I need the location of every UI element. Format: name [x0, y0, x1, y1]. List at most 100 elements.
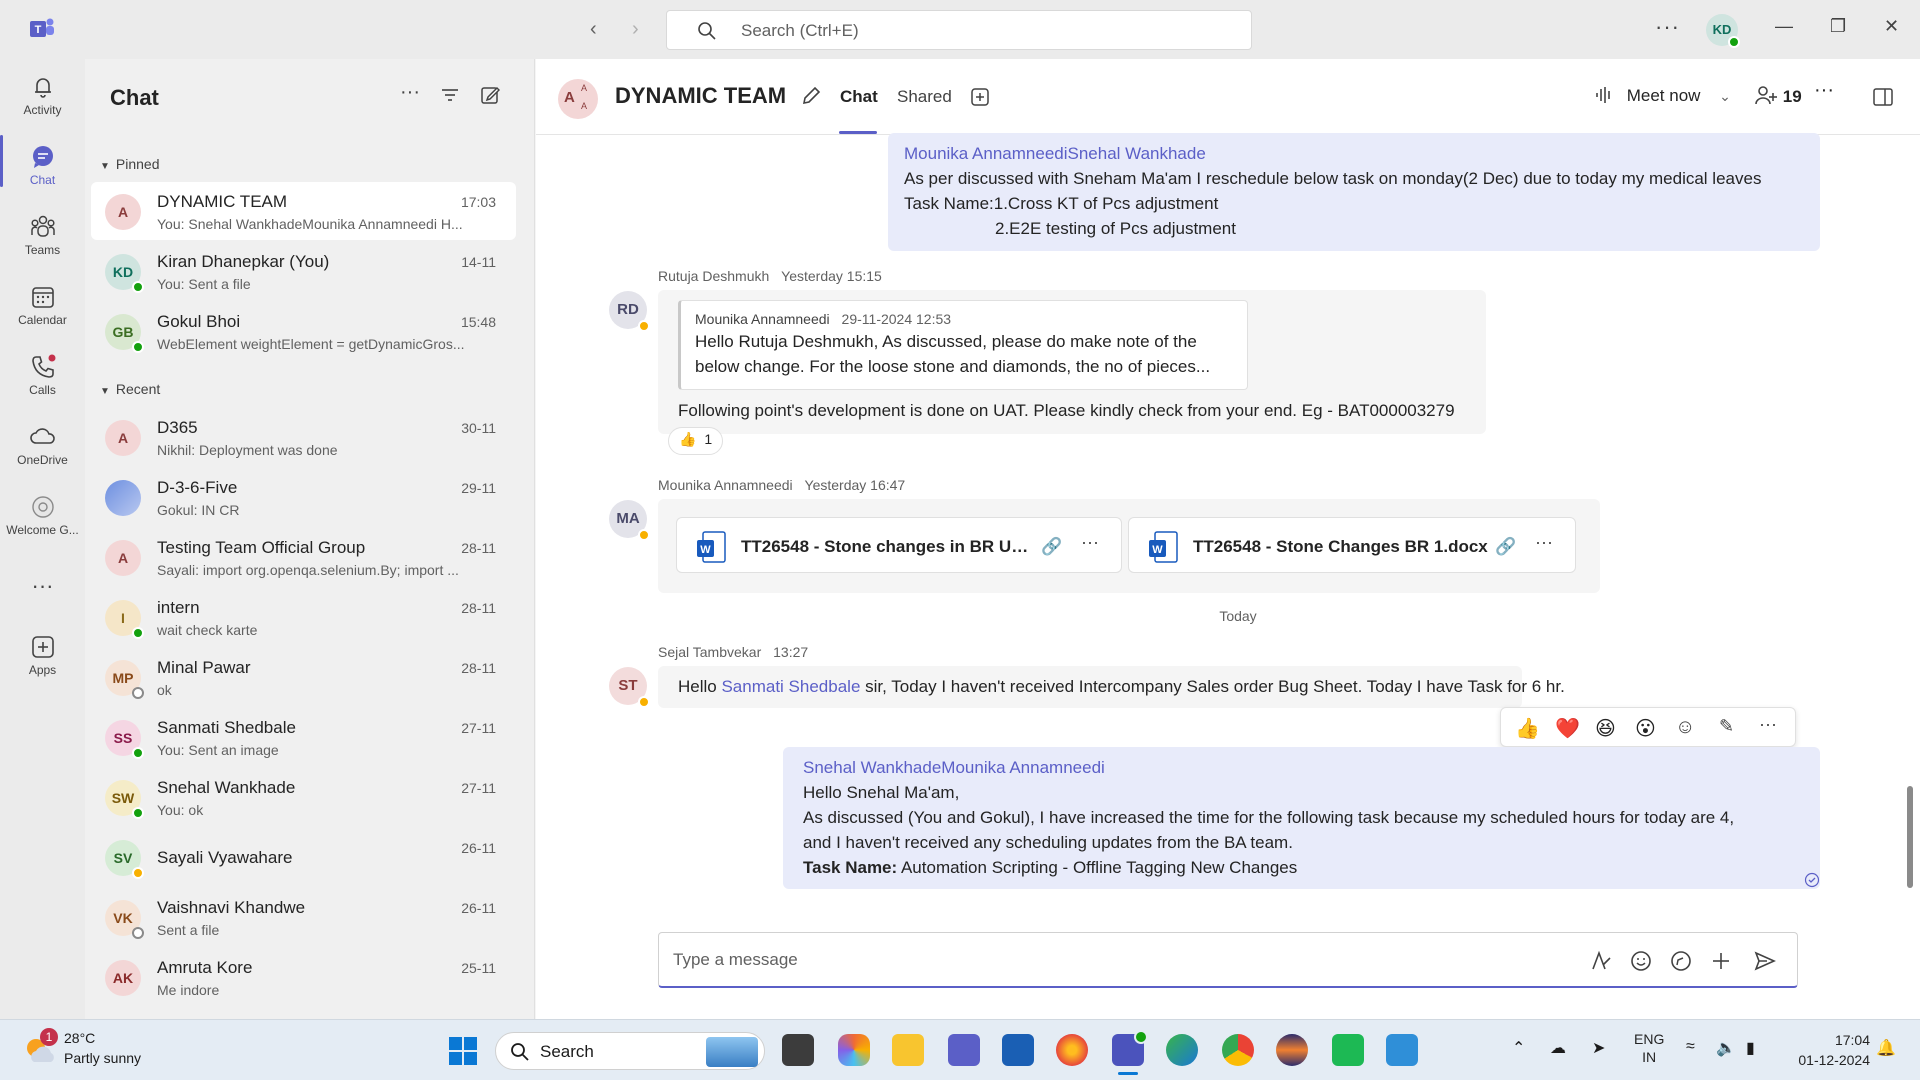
file-attachment[interactable]: W TT26548 - Stone Changes BR 1.docx 🔗 ··… [1128, 517, 1576, 573]
firefox-icon[interactable] [1056, 1034, 1088, 1066]
teams-active-icon[interactable] [1112, 1030, 1148, 1066]
wifi-icon[interactable]: ≈ [1686, 1038, 1695, 1056]
chat-item-snehal[interactable]: SW Snehal Wankhade You: ok 27-11 [91, 768, 516, 826]
link-icon[interactable]: 🔗 [1041, 534, 1062, 559]
avatar[interactable]: ST [609, 667, 650, 708]
rail-item-teams[interactable]: Teams [0, 207, 85, 271]
chrome-icon[interactable] [1222, 1034, 1254, 1066]
pinned-section-header[interactable]: ▼ Pinned [100, 156, 160, 172]
chat-item-kiran[interactable]: KD Kiran Dhanepkar (You) You: Sent a fil… [91, 242, 516, 300]
rail-item-calls[interactable]: Calls [0, 347, 85, 411]
my-message-bubble[interactable]: Mounika AnnamneediSnehal Wankhade As per… [888, 133, 1820, 251]
chat-item-amruta[interactable]: AK Amruta Kore Me indore 25-11 [91, 948, 516, 1006]
my-message-bubble[interactable]: Snehal WankhadeMounika Annamneedi Hello … [783, 747, 1820, 889]
close-icon[interactable]: ✕ [1884, 16, 1899, 37]
tab-chat[interactable]: Chat [840, 87, 878, 107]
mention-name[interactable]: Sanmati Shedbale [721, 677, 860, 696]
more-options-icon[interactable]: ··· [1081, 530, 1099, 555]
chat-item-d-3-6-five[interactable]: D-3-6-Five Gokul: IN CR 29-11 [91, 468, 516, 526]
tray-chevron-up-icon[interactable]: ⌃ [1512, 1038, 1525, 1058]
rail-item-apps[interactable]: Apps [0, 627, 85, 691]
rail-more-apps[interactable]: ··· [0, 567, 85, 607]
send-icon[interactable] [1753, 949, 1777, 973]
weather-widget[interactable]: 1 [22, 1028, 58, 1071]
minimize-icon[interactable]: — [1775, 16, 1793, 37]
new-chat-icon[interactable] [480, 85, 500, 105]
chat-item-vaishnavi[interactable]: VK Vaishnavi Khandwe Sent a file 26-11 [91, 888, 516, 946]
global-search-box[interactable]: Search (Ctrl+E) [666, 10, 1252, 50]
user-avatar[interactable]: KD [1706, 14, 1740, 48]
rail-item-onedrive[interactable]: OneDrive [0, 417, 85, 481]
windows-start-icon[interactable] [448, 1036, 478, 1066]
mention-names[interactable]: Mounika AnnamneediSnehal Wankhade [904, 141, 1804, 166]
quoted-message[interactable]: Mounika Annamneedi 29-11-2024 12:53 Hell… [678, 300, 1248, 390]
chat-item-intern[interactable]: I intern wait check karte 28-11 [91, 588, 516, 646]
teams-app-icon[interactable] [948, 1034, 980, 1066]
chat-item-d365[interactable]: A D365 Nikhil: Deployment was done 30-11 [91, 408, 516, 466]
meet-now-button[interactable]: Meet now ⌄ [1594, 85, 1731, 106]
file-explorer-icon[interactable] [892, 1034, 924, 1066]
participants-button[interactable]: 19 [1754, 85, 1802, 107]
eclipse-icon[interactable] [1276, 1034, 1308, 1066]
copilot-icon[interactable] [838, 1034, 870, 1066]
group-avatar[interactable]: A A A [558, 79, 598, 119]
chat-item-gokul[interactable]: GB Gokul Bhoi WebElement weightElement =… [91, 302, 516, 360]
taskbar-search[interactable]: Search [495, 1032, 765, 1070]
back-arrow-icon[interactable]: ‹ [590, 18, 597, 41]
edit-name-icon[interactable] [800, 85, 822, 107]
reaction-like[interactable]: 👍 1 [668, 427, 724, 455]
filter-icon[interactable] [440, 85, 460, 105]
battery-icon[interactable]: ▮ [1746, 1038, 1755, 1058]
chat-item-minal[interactable]: MP Minal Pawar ok 28-11 [91, 648, 516, 706]
location-icon[interactable]: ➤ [1592, 1038, 1605, 1058]
forward-arrow-icon[interactable]: › [632, 18, 639, 41]
rail-item-welcome[interactable]: Welcome G... [0, 487, 85, 551]
spreadsheet-app-icon[interactable] [1332, 1034, 1364, 1066]
more-options-icon[interactable]: ··· [1759, 714, 1777, 735]
link-icon[interactable]: 🔗 [1495, 534, 1516, 559]
add-reaction-icon[interactable]: ☺ [1675, 716, 1695, 739]
rail-item-activity[interactable]: Activity [0, 67, 85, 131]
thumbs-up-icon[interactable]: 👍 [1515, 716, 1540, 741]
more-options-icon[interactable]: ··· [400, 81, 420, 104]
settings-more-icon[interactable]: ··· [1655, 14, 1680, 40]
side-panel-icon[interactable] [1872, 87, 1894, 107]
message-bubble[interactable]: Hello Sanmati Shedbale sir, Today I have… [658, 666, 1565, 708]
store-icon[interactable] [1002, 1034, 1034, 1066]
chat-item-dynamic-team[interactable]: A DYNAMIC TEAM You: Snehal WankhadeMouni… [91, 182, 516, 240]
emoji-icon[interactable] [1629, 949, 1653, 973]
chat-item-sayali[interactable]: SV Sayali Vyawahare 26-11 [91, 828, 516, 886]
avatar[interactable]: RD [609, 291, 650, 332]
add-tab-icon[interactable] [970, 87, 990, 107]
notepad-icon[interactable] [1386, 1034, 1418, 1066]
more-options-icon[interactable]: ··· [1535, 530, 1553, 555]
file-attachment[interactable]: W TT26548 - Stone changes in BR Us... 🔗 … [676, 517, 1122, 573]
more-options-icon[interactable]: ··· [1814, 79, 1834, 102]
mention-names[interactable]: Snehal WankhadeMounika Annamneedi [803, 755, 1800, 780]
language-indicator[interactable]: ENG IN [1634, 1030, 1664, 1066]
chat-item-testing-team[interactable]: A Testing Team Official Group Sayali: im… [91, 528, 516, 586]
loop-icon[interactable] [1669, 949, 1693, 973]
onedrive-sync-icon[interactable]: ☁ [1550, 1038, 1566, 1058]
rail-item-calendar[interactable]: Calendar [0, 277, 85, 341]
edge-icon[interactable] [1166, 1034, 1198, 1066]
recent-section-header[interactable]: ▼ Recent [100, 381, 160, 397]
rail-item-chat[interactable]: Chat [0, 137, 85, 201]
edit-icon[interactable]: ✎ [1719, 716, 1734, 737]
format-icon[interactable] [1589, 949, 1613, 973]
chat-item-sanmati[interactable]: SS Sanmati Shedbale You: Sent an image 2… [91, 708, 516, 766]
volume-icon[interactable]: 🔈 [1716, 1038, 1736, 1058]
restore-icon[interactable]: ❐ [1830, 16, 1846, 37]
plus-icon[interactable] [1709, 949, 1733, 973]
laugh-icon[interactable]: 😆 [1595, 716, 1616, 741]
task-view-icon[interactable] [782, 1034, 814, 1066]
scrollbar-thumb[interactable] [1907, 786, 1913, 888]
surprised-icon[interactable]: 😮 [1635, 716, 1656, 741]
avatar[interactable]: MA [609, 500, 650, 541]
tab-shared[interactable]: Shared [897, 87, 952, 107]
message-input[interactable] [673, 945, 1553, 975]
system-clock[interactable]: 17:04 01-12-2024 [1790, 1030, 1870, 1070]
heart-icon[interactable]: ❤️ [1555, 716, 1580, 741]
message-bubble[interactable]: Mounika Annamneedi 29-11-2024 12:53 Hell… [658, 290, 1486, 434]
notification-bell-icon[interactable]: 🔔 [1876, 1038, 1896, 1058]
